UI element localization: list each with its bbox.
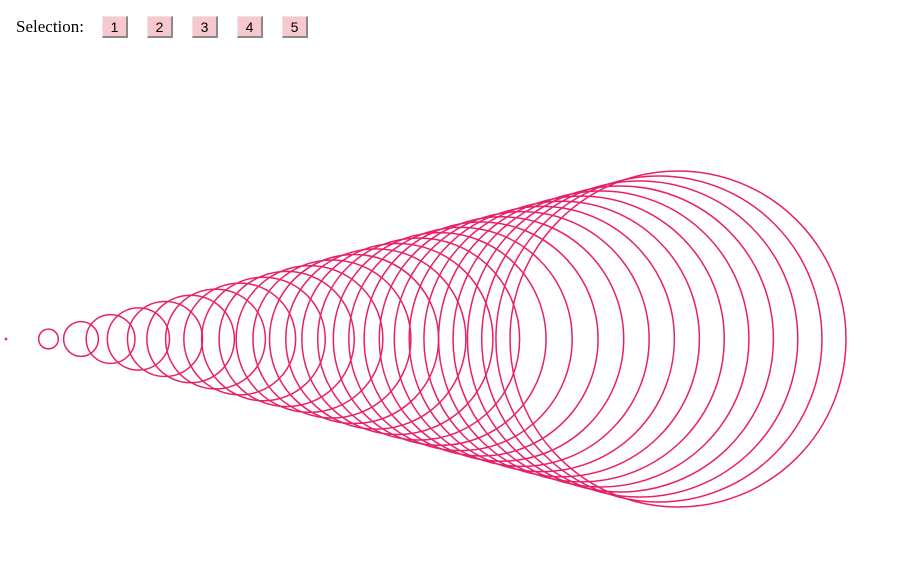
selection-button-3[interactable]: 3 bbox=[191, 16, 218, 38]
circle-5 bbox=[106, 307, 171, 371]
circle-26 bbox=[452, 190, 750, 488]
selection-toolbar: Selection: 1 2 3 4 5 bbox=[16, 15, 327, 39]
circle-28 bbox=[480, 180, 799, 498]
circle-group bbox=[4, 170, 847, 508]
circle-1 bbox=[4, 337, 8, 341]
circle-30 bbox=[509, 170, 847, 508]
circle-10 bbox=[200, 276, 326, 402]
selection-label: Selection: bbox=[16, 17, 84, 36]
circle-7 bbox=[146, 294, 236, 384]
circle-2 bbox=[37, 328, 60, 350]
selection-button-5[interactable]: 5 bbox=[281, 16, 308, 38]
circle-21 bbox=[378, 216, 625, 462]
circle-13 bbox=[252, 259, 412, 419]
circle-16 bbox=[301, 242, 494, 436]
circle-3 bbox=[62, 320, 100, 358]
circle-17 bbox=[316, 237, 521, 441]
selection-button-1[interactable]: 1 bbox=[101, 16, 128, 38]
circle-23 bbox=[408, 205, 676, 473]
circle-8 bbox=[164, 288, 267, 390]
selection-button-2[interactable]: 2 bbox=[146, 16, 173, 38]
selection-button-4[interactable]: 4 bbox=[236, 16, 263, 38]
drawing-canvas bbox=[4, 170, 847, 508]
